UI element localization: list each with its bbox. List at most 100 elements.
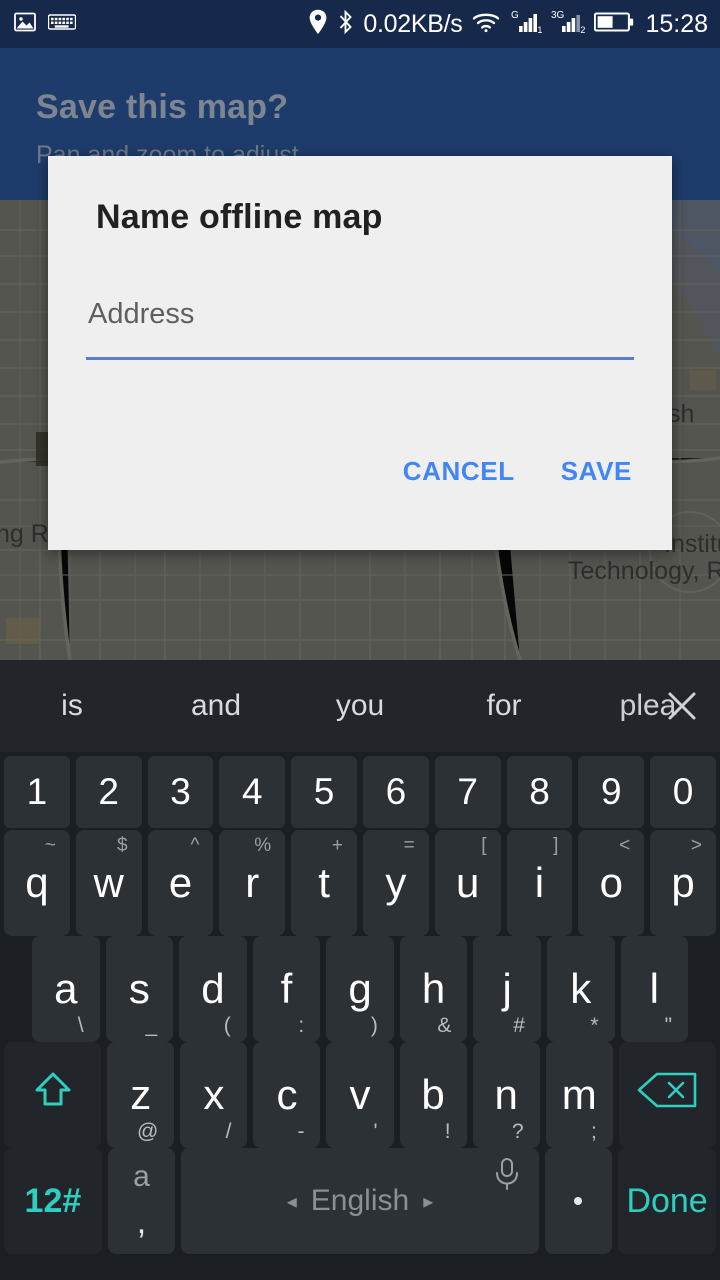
key-c-alt: - [297, 1120, 305, 1143]
key-k-alt: * [590, 1014, 599, 1037]
key-x-alt: / [225, 1120, 232, 1143]
key-x-label: x [203, 1071, 225, 1118]
key-s[interactable]: s _ [105, 936, 174, 1042]
key-f-alt: : [298, 1014, 305, 1037]
key-o-alt: < [619, 835, 631, 856]
keyboard-icon [47, 12, 77, 37]
shift-arrow-icon [25, 1062, 81, 1128]
key-c[interactable]: c- [253, 1042, 321, 1148]
status-bar-left-icons [12, 10, 77, 39]
key-m-alt: ; [590, 1120, 597, 1143]
key-z-alt: @ [137, 1120, 159, 1143]
key-2[interactable]: 2 [75, 756, 142, 828]
key-n-alt: ? [512, 1120, 524, 1143]
key-7[interactable]: 7 [434, 756, 501, 828]
key-a-label: a [54, 965, 78, 1012]
key-v-alt: ' [373, 1120, 378, 1143]
key-4[interactable]: 4 [219, 756, 286, 828]
key-0[interactable]: 0 [650, 756, 716, 828]
key-w[interactable]: $ w [75, 830, 142, 936]
microphone-icon[interactable] [491, 1156, 523, 1204]
key-a-alt: \ [77, 1014, 84, 1037]
suggestion-strip: is and you for plea [0, 660, 720, 752]
key-3[interactable]: 3 [147, 756, 214, 828]
key-r[interactable]: % r [219, 830, 286, 936]
app-bar-title: Save this map? [36, 88, 289, 126]
next-language-arrow-icon[interactable]: ▸ [423, 1189, 433, 1214]
key-m-label: m [561, 1071, 597, 1118]
key-6[interactable]: 6 [362, 756, 429, 828]
key-a[interactable]: a \ [32, 936, 100, 1042]
prev-language-arrow-icon[interactable]: ◂ [287, 1189, 297, 1214]
suggestion-item[interactable]: is [0, 689, 144, 723]
key-e-alt: ^ [190, 835, 200, 856]
done-key[interactable]: Done [618, 1148, 716, 1254]
suggestion-item[interactable]: you [288, 689, 432, 723]
key-n-label: n [494, 1071, 518, 1118]
comma-key[interactable]: a , [107, 1148, 176, 1254]
key-r-label: r [245, 859, 260, 906]
address-field-wrap[interactable]: Address [86, 298, 634, 360]
key-k-label: k [570, 965, 592, 1012]
space-key-inner: ◂ English ▸ [287, 1184, 434, 1218]
key-d[interactable]: d( [179, 936, 247, 1042]
key-n[interactable]: n? [472, 1042, 540, 1148]
key-e[interactable]: ^ e [147, 830, 214, 936]
period-key[interactable] [544, 1148, 613, 1254]
symbols-key[interactable]: 12# [4, 1148, 102, 1254]
key-m[interactable]: m; [545, 1042, 613, 1148]
keyboard-row-numbers: 1 2 3 4 5 6 7 8 9 0 [0, 752, 720, 830]
key-u-label: u [456, 859, 480, 906]
key-h[interactable]: h & [399, 936, 468, 1042]
backspace-icon [635, 1070, 699, 1120]
suggestion-item[interactable]: for [432, 689, 576, 723]
key-x[interactable]: x / [180, 1042, 248, 1148]
key-f[interactable]: f: [252, 936, 321, 1042]
key-8[interactable]: 8 [506, 756, 573, 828]
key-t-alt: + [331, 835, 343, 856]
address-input-placeholder[interactable]: Address [86, 298, 634, 331]
key-s-label: s [128, 965, 150, 1012]
save-button[interactable]: SAVE [561, 456, 632, 487]
key-i[interactable]: ] i [506, 830, 573, 936]
close-icon[interactable] [656, 680, 708, 732]
key-k[interactable]: k * [546, 936, 615, 1042]
phone-screen: 0.02KB/s G 1 3G 2 15:28 Save this map? P… [0, 0, 720, 1280]
key-r-alt: % [254, 835, 272, 856]
key-u[interactable]: [u [434, 830, 501, 936]
key-y-alt: = [403, 835, 415, 856]
key-g[interactable]: g) [326, 936, 394, 1042]
key-5[interactable]: 5 [291, 756, 357, 828]
key-p[interactable]: > p [650, 830, 716, 936]
key-j-label: j [502, 965, 512, 1012]
svg-text:1: 1 [538, 25, 543, 35]
key-v-label: v [349, 1071, 371, 1118]
key-t[interactable]: + t [291, 830, 357, 936]
key-q-label: q [25, 859, 49, 906]
comma-key-stack: a , [108, 1148, 175, 1254]
bluetooth-icon [337, 9, 354, 40]
key-q[interactable]: ~ q [4, 830, 70, 936]
autocorrect-a-label: a [133, 1160, 150, 1193]
key-y[interactable]: = y [362, 830, 429, 936]
shift-key[interactable] [4, 1042, 102, 1148]
key-v[interactable]: v ' [326, 1042, 394, 1148]
key-9[interactable]: 9 [578, 756, 645, 828]
suggestion-item[interactable]: and [144, 689, 288, 723]
space-key[interactable]: ◂ English ▸ [181, 1148, 539, 1254]
key-l-alt: " [664, 1014, 673, 1037]
key-j[interactable]: j # [473, 936, 541, 1042]
key-l[interactable]: l " [620, 936, 689, 1042]
key-h-label: h [421, 965, 446, 1012]
key-b[interactable]: b! [399, 1042, 467, 1148]
key-w-label: w [93, 859, 124, 906]
key-1[interactable]: 1 [4, 756, 70, 828]
comma-label: , [136, 1203, 147, 1241]
key-f-label: f [280, 965, 293, 1012]
backspace-key[interactable] [618, 1042, 717, 1148]
dialog-title: Name offline map [96, 198, 383, 236]
keyboard-row-zxcv: z @ x / c- v ' b! n? m; [0, 1042, 720, 1148]
key-o[interactable]: < o [578, 830, 645, 936]
cancel-button[interactable]: CANCEL [403, 456, 515, 487]
key-z[interactable]: z @ [107, 1042, 175, 1148]
